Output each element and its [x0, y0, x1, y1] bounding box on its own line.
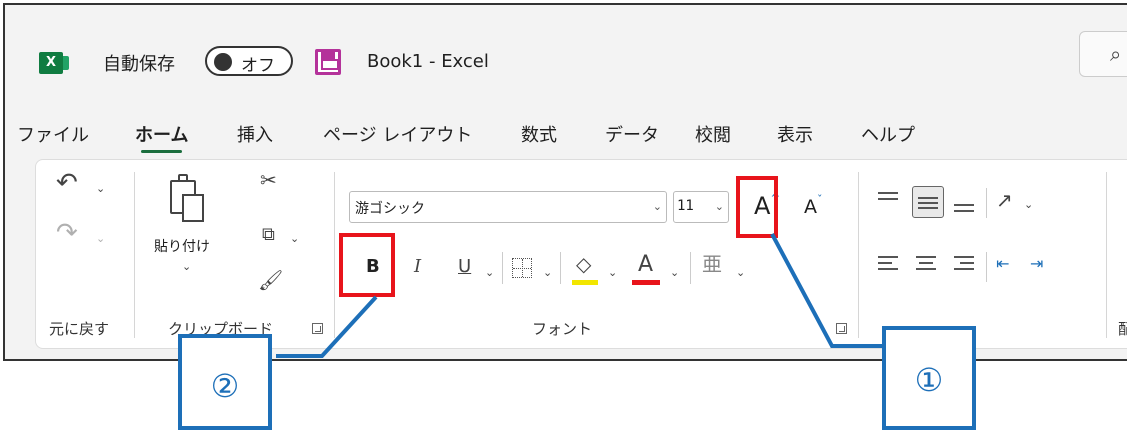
tab-page-layout[interactable]: ページ レイアウト — [323, 121, 472, 147]
autosave-toggle[interactable]: オフ — [205, 46, 293, 76]
ribbon: ↶ ⌄ ↷ ⌄ 元に戻す 貼り付け ⌄ ✂ ⧉ ⌄ 🖌 クリップボード 游ゴシッ… — [35, 159, 1127, 349]
copy-dropdown-icon[interactable]: ⌄ — [290, 232, 299, 245]
undo-icon[interactable]: ↶ — [56, 170, 78, 196]
font-color-dropdown-icon[interactable]: ⌄ — [670, 266, 679, 279]
tab-formulas[interactable]: 数式 — [521, 121, 557, 147]
middle-align-icon[interactable] — [912, 186, 944, 218]
group-divider — [1106, 172, 1107, 338]
highlight-font-size-increase — [736, 176, 778, 238]
callout-one: ① — [882, 326, 976, 430]
tab-file[interactable]: ファイル — [17, 121, 89, 147]
separator — [986, 252, 987, 282]
tab-review[interactable]: 校閲 — [695, 121, 731, 147]
underline-dropdown-icon[interactable]: ⌄ — [485, 266, 494, 279]
paste-icon[interactable] — [170, 174, 206, 224]
paste-dropdown-icon[interactable]: ⌄ — [182, 260, 191, 273]
tab-insert[interactable]: 挿入 — [237, 121, 273, 147]
excel-window: X 自動保存 オフ Book1 - Excel ⌕ ファイル ホーム 挿入 ペー… — [3, 3, 1127, 361]
document-title: Book1 - Excel — [367, 51, 489, 72]
increase-indent-icon[interactable]: ⇥ — [1030, 256, 1043, 272]
save-icon[interactable] — [315, 49, 341, 75]
chevron-down-icon: ⌄ — [714, 200, 724, 213]
tab-home[interactable]: ホーム — [135, 121, 188, 153]
borders-dropdown-icon[interactable]: ⌄ — [543, 266, 552, 279]
align-left-icon[interactable] — [878, 254, 900, 276]
borders-icon[interactable] — [512, 258, 532, 278]
font-color-swatch — [632, 280, 660, 285]
redo-dropdown-icon: ⌄ — [96, 232, 106, 245]
decrease-indent-icon[interactable]: ⇤ — [996, 256, 1009, 272]
group-divider — [134, 172, 135, 338]
ribbon-tabs: ファイル ホーム 挿入 ページ レイアウト 数式 データ 校閲 表示 ヘルプ — [5, 113, 1127, 153]
tab-help[interactable]: ヘルプ — [861, 121, 915, 147]
font-size-combobox[interactable]: 11 ⌄ — [673, 191, 729, 223]
cut-icon[interactable]: ✂ — [260, 170, 277, 190]
undo-group-label: 元に戻す — [49, 320, 110, 338]
orientation-dropdown-icon[interactable]: ⌄ — [1024, 198, 1033, 211]
copy-icon[interactable]: ⧉ — [262, 226, 275, 244]
separator — [690, 252, 691, 284]
separator — [560, 252, 561, 284]
highlight-bold — [339, 233, 395, 297]
font-name-value: 游ゴシック — [355, 201, 425, 217]
fill-color-dropdown-icon[interactable]: ⌄ — [608, 266, 617, 279]
orientation-icon[interactable]: ↗ — [996, 190, 1013, 210]
font-name-combobox[interactable]: 游ゴシック ⌄ — [349, 191, 667, 223]
phonetic-dropdown-icon[interactable]: ⌄ — [736, 266, 745, 279]
alignment-group-label: 配 — [1118, 318, 1127, 339]
separator — [986, 188, 987, 218]
search-box[interactable]: ⌕ — [1079, 31, 1127, 77]
callout-two: ② — [178, 334, 272, 430]
paste-label[interactable]: 貼り付け — [154, 236, 210, 256]
undo-dropdown-icon[interactable]: ⌄ — [96, 182, 105, 195]
title-bar: X 自動保存 オフ Book1 - Excel ⌕ — [5, 5, 1127, 109]
bottom-align-icon[interactable] — [954, 190, 976, 214]
font-size-value: 11 — [677, 198, 694, 214]
underline-button[interactable]: U — [458, 258, 471, 276]
autosave-label: 自動保存 — [103, 54, 175, 75]
align-center-icon[interactable] — [916, 254, 938, 276]
excel-logo-icon: X — [39, 52, 69, 74]
search-icon: ⌕ — [1110, 42, 1122, 66]
group-divider — [858, 172, 859, 338]
top-align-icon[interactable] — [878, 190, 900, 212]
fill-color-swatch — [572, 280, 598, 285]
font-color-icon[interactable]: A — [638, 254, 653, 276]
format-painter-icon[interactable]: 🖌 — [258, 270, 283, 290]
tab-data[interactable]: データ — [605, 121, 659, 147]
clipboard-launcher-icon[interactable] — [312, 323, 323, 334]
decrease-font-size-button[interactable]: Aˇ — [804, 193, 823, 218]
font-launcher-icon[interactable] — [836, 323, 847, 334]
phonetic-guide-icon[interactable]: 亜 — [702, 254, 722, 274]
group-divider — [334, 172, 335, 338]
decrease-font-size-icon: A — [804, 196, 817, 218]
font-group-label: フォント — [532, 320, 593, 338]
align-right-icon[interactable] — [954, 254, 976, 276]
fill-color-icon[interactable]: ◇ — [576, 254, 591, 274]
italic-button[interactable]: I — [414, 258, 421, 276]
tab-view[interactable]: 表示 — [777, 121, 813, 147]
autosave-state: オフ — [241, 56, 275, 76]
toggle-knob — [214, 53, 232, 71]
chevron-down-icon: ⌄ — [652, 200, 662, 213]
redo-icon: ↷ — [56, 218, 78, 248]
separator — [502, 252, 503, 284]
